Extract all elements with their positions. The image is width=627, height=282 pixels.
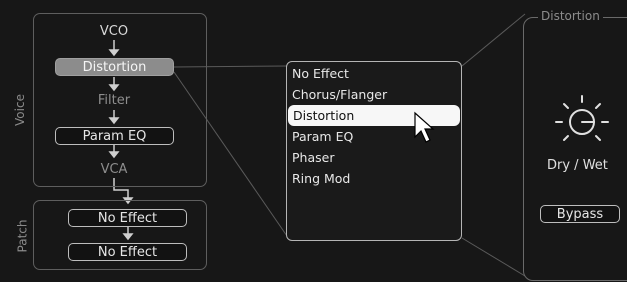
menu-item-ring-mod[interactable]: Ring Mod — [287, 168, 461, 189]
menu-item-chorus-flanger[interactable]: Chorus/Flanger — [287, 84, 461, 105]
menu-item-no-effect[interactable]: No Effect — [287, 63, 461, 84]
dry-wet-label: Dry / Wet — [547, 158, 608, 173]
vca-label: VCA — [100, 162, 128, 177]
param-eq-slot-button[interactable]: Param EQ — [55, 127, 174, 145]
bypass-button[interactable]: Bypass — [540, 205, 620, 223]
distortion-slot-button[interactable]: Distortion — [55, 58, 174, 76]
menu-item-phaser[interactable]: Phaser — [287, 147, 461, 168]
distortion-panel-title: Distortion — [538, 9, 603, 23]
mouse-pointer-icon — [414, 111, 435, 143]
filter-label: Filter — [97, 93, 131, 108]
vco-label: VCO — [99, 24, 129, 39]
effect-dropdown-menu: No Effect Chorus/Flanger Distortion Para… — [286, 61, 462, 241]
patch-effect-slot-1[interactable]: No Effect — [68, 209, 187, 227]
dry-wet-knob-icon[interactable] — [552, 92, 612, 152]
patch-group-label: Patch — [15, 219, 30, 253]
voice-group-label: Voice — [12, 94, 27, 126]
patch-effect-slot-2[interactable]: No Effect — [68, 243, 187, 261]
